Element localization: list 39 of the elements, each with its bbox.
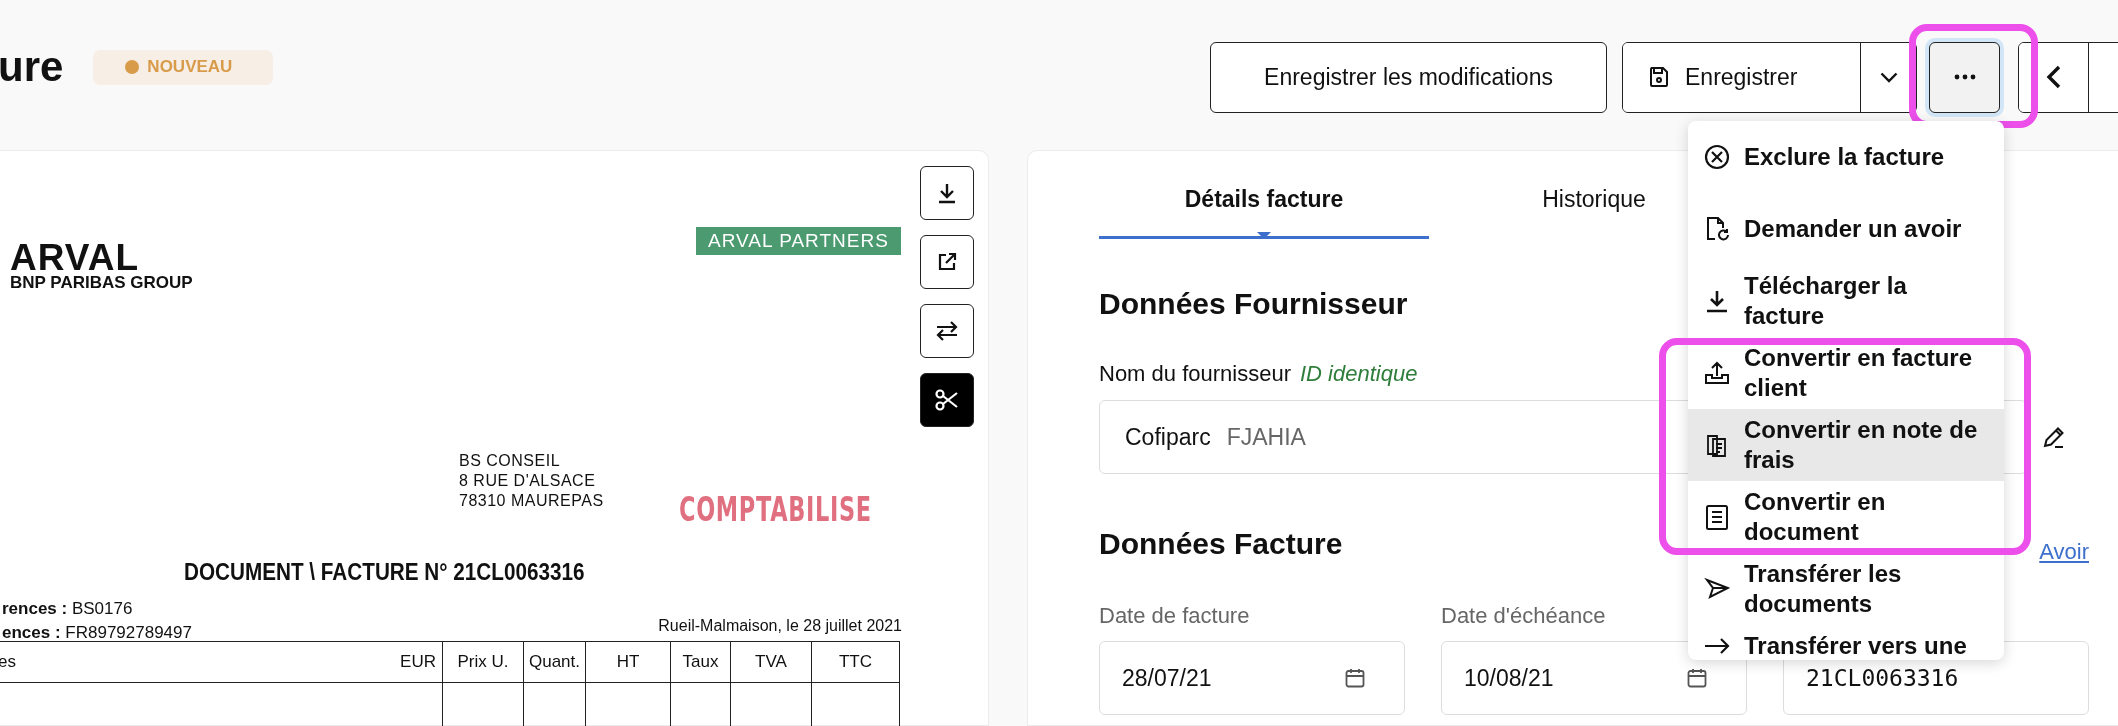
menu-item[interactable]: Demander un avoir bbox=[1688, 193, 2004, 265]
stamp-text: COMPTABILISE bbox=[679, 489, 872, 529]
match-note: ID identique bbox=[1300, 361, 1418, 387]
reference-line: ences : FR89792789497 bbox=[2, 622, 192, 644]
field-value: 21CL0063316 bbox=[1806, 665, 1959, 691]
reference-line: rences : BS0176 bbox=[2, 598, 134, 620]
date-field[interactable]: 28/07/21 bbox=[1099, 641, 1405, 715]
field-value: 28/07/21 bbox=[1122, 664, 1212, 692]
credit-note-link[interactable]: Avoir bbox=[2039, 539, 2089, 565]
column-header: TVA bbox=[755, 652, 787, 672]
partner-tag: ARVAL PARTNERS bbox=[696, 227, 901, 255]
supplier-code: FJAHIA bbox=[1226, 423, 1306, 451]
document-title: DOCUMENT \ FACTURE N° 21CL0063316 bbox=[184, 559, 585, 586]
logo-name: ARVAL bbox=[10, 239, 140, 276]
address-line: 78310 MAUREPAS bbox=[459, 491, 604, 511]
menu-item[interactable]: Convertir en note de frais bbox=[1688, 409, 2004, 481]
column-header: Taux bbox=[682, 652, 719, 672]
place-date: Rueil-Malmaison, le 28 juillet 2021 bbox=[657, 617, 902, 635]
status-label: NOUVEAU bbox=[147, 57, 233, 77]
menu-item[interactable]: Transférer les documents bbox=[1688, 553, 2004, 625]
column-header: Prix U. bbox=[457, 652, 509, 672]
column-header: TTC bbox=[838, 652, 872, 672]
menu-item[interactable]: Exclure la facture bbox=[1688, 121, 2004, 193]
field-label: Date de facture bbox=[1099, 603, 1250, 628]
save-changes-button[interactable]: Enregistrer les modifications bbox=[1210, 41, 1607, 113]
section-title: Données Facture bbox=[1099, 527, 1343, 561]
page-title: ure bbox=[0, 43, 64, 91]
column-header: HT bbox=[616, 652, 640, 672]
address-line: BS CONSEIL bbox=[459, 451, 562, 471]
section-title: Données Fournisseur bbox=[1099, 287, 1408, 321]
column-header: EUR bbox=[400, 652, 436, 672]
address-line: 8 RUE D'ALSACE bbox=[459, 471, 597, 491]
field-label: Nom du fournisseur bbox=[1099, 361, 1291, 387]
field-label: Date d'échéance bbox=[1441, 603, 1606, 628]
field-value: 10/08/21 bbox=[1464, 664, 1554, 692]
logo-subtitle: BNP PARIBAS GROUP bbox=[10, 273, 193, 293]
column-header: Quant. bbox=[528, 652, 580, 672]
menu-item[interactable]: Télécharger la facture bbox=[1688, 265, 2004, 337]
supplier-name: Cofiparc bbox=[1125, 423, 1211, 451]
